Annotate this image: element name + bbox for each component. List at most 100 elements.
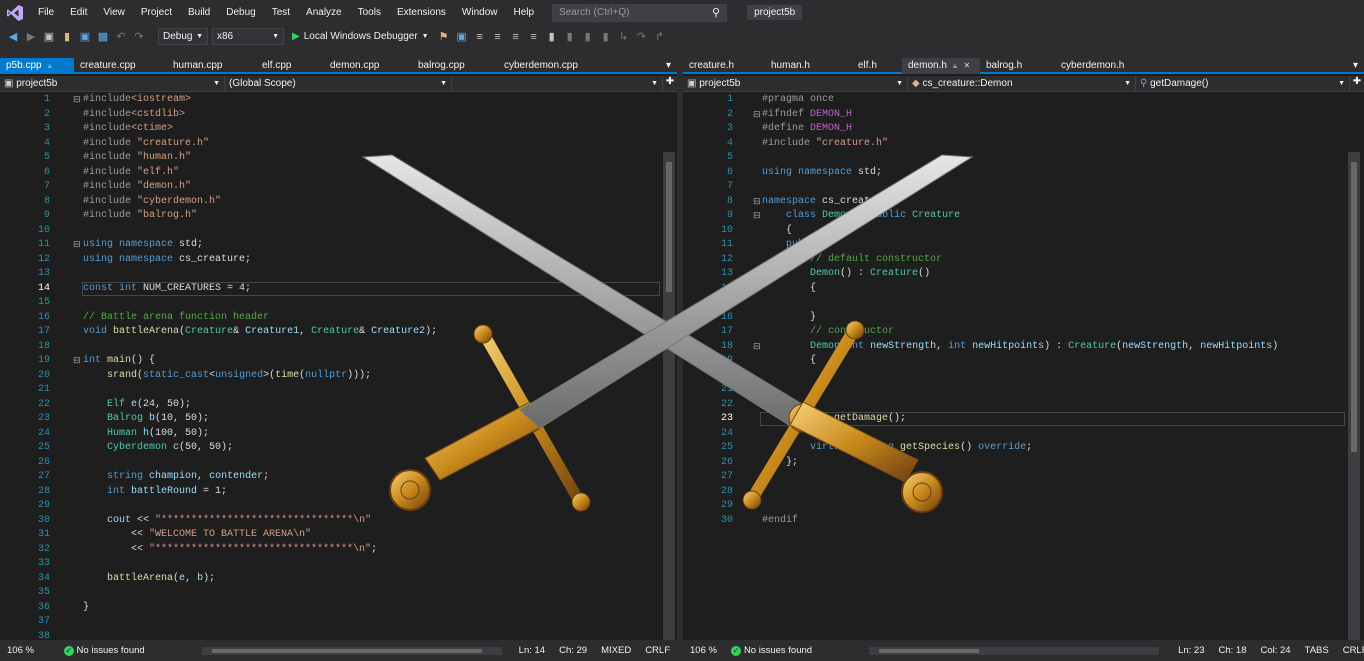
tab-overflow-dropdown-icon[interactable]: ▾ bbox=[1347, 58, 1364, 74]
tab-demon-h[interactable]: demon.h ⫨ ✕ bbox=[902, 58, 980, 74]
undo-icon[interactable]: ↶ bbox=[114, 30, 128, 44]
class-dropdown[interactable]: ◆ cs_creature::Demon ▼ bbox=[908, 76, 1136, 92]
scrollbar-thumb[interactable] bbox=[1351, 162, 1357, 452]
close-icon[interactable]: ✕ bbox=[963, 61, 970, 70]
collapse-icon[interactable]: ⊟ bbox=[73, 238, 81, 253]
outdent-icon[interactable]: ≡ bbox=[491, 30, 505, 44]
tab-cyberdemon-h[interactable]: cyberdemon.h bbox=[1055, 58, 1135, 74]
tab-human-cpp[interactable]: human.cpp bbox=[167, 58, 256, 74]
line-number: Ln: 14 bbox=[518, 645, 546, 656]
left-code-editor[interactable]: 1 ⊟ #include<iostream> 2 #include<cstdlib> 3 #… bbox=[0, 92, 677, 638]
tab-demon-cpp[interactable]: demon.cpp bbox=[324, 58, 412, 74]
menu-tools[interactable]: Tools bbox=[350, 0, 389, 25]
eol-type[interactable]: CRLF bbox=[638, 645, 677, 656]
search-box[interactable]: Search (Ctrl+Q) ⚲ bbox=[552, 3, 728, 22]
tab-creature-h[interactable]: creature.h bbox=[683, 58, 765, 74]
comment-icon[interactable]: ≡ bbox=[509, 30, 523, 44]
visual-studio-logo-icon[interactable] bbox=[0, 0, 30, 25]
member-dropdown[interactable]: ▼ bbox=[452, 76, 663, 92]
step-out-icon[interactable]: ↱ bbox=[653, 30, 667, 44]
collapse-icon[interactable]: ⊟ bbox=[73, 354, 81, 369]
pin-icon[interactable]: ⫨ bbox=[48, 61, 53, 70]
code-token: int bbox=[810, 413, 835, 424]
tab-balrog-cpp[interactable]: balrog.cpp bbox=[412, 58, 498, 74]
issues-indicator[interactable]: ✓ No issues found bbox=[724, 645, 819, 656]
zoom-level[interactable]: 106 % bbox=[0, 645, 57, 656]
project-dropdown[interactable]: ▣ project5b ▼ bbox=[683, 76, 908, 92]
tab-overflow-dropdown-icon[interactable]: ▾ bbox=[660, 58, 677, 74]
scope-dropdown[interactable]: (Global Scope) ▼ bbox=[225, 76, 452, 92]
tab-balrog-h[interactable]: balrog.h bbox=[980, 58, 1055, 74]
member-name: getDamage() bbox=[1150, 78, 1209, 89]
collapse-icon[interactable]: ⊟ bbox=[753, 195, 761, 210]
indent-mode[interactable]: TABS bbox=[1298, 645, 1336, 656]
step-into-icon[interactable]: ↳ bbox=[617, 30, 631, 44]
collapse-icon[interactable]: ⊟ bbox=[753, 108, 761, 123]
pin-icon[interactable]: ⫨ bbox=[953, 61, 958, 70]
right-vertical-scrollbar[interactable] bbox=[1348, 152, 1360, 640]
start-debugging-button[interactable]: ▶ Local Windows Debugger ▼ bbox=[288, 31, 433, 42]
open-file-icon[interactable]: ▮ bbox=[60, 30, 74, 44]
menu-test[interactable]: Test bbox=[264, 0, 298, 25]
tab-elf-h[interactable]: elf.h bbox=[852, 58, 902, 74]
right-horizontal-scrollbar[interactable] bbox=[869, 646, 1160, 655]
collapse-icon[interactable]: ⊟ bbox=[73, 93, 81, 108]
diagnostics-icon[interactable]: ▣ bbox=[455, 30, 469, 44]
step-over-icon[interactable]: ↷ bbox=[635, 30, 649, 44]
tab-cyberdemon-cpp[interactable]: cyberdemon.cpp bbox=[498, 58, 594, 74]
live-share-icon[interactable]: ⚑ bbox=[437, 30, 451, 44]
menu-file[interactable]: File bbox=[30, 0, 62, 25]
platform-dropdown[interactable]: x86 ▼ bbox=[212, 28, 284, 45]
issues-indicator[interactable]: ✓ No issues found bbox=[57, 645, 152, 656]
menu-edit[interactable]: Edit bbox=[62, 0, 95, 25]
back-icon[interactable]: ◀ bbox=[6, 30, 20, 44]
scrollbar-thumb[interactable] bbox=[666, 162, 672, 292]
left-vertical-scrollbar[interactable] bbox=[663, 152, 675, 640]
member-dropdown[interactable]: ⚲ getDamage() ▼ bbox=[1136, 76, 1350, 92]
redo-icon[interactable]: ↷ bbox=[132, 30, 146, 44]
zoom-level[interactable]: 106 % bbox=[683, 645, 724, 656]
collapse-icon[interactable]: ⊟ bbox=[753, 340, 761, 355]
code-token: << bbox=[83, 529, 150, 540]
save-all-icon[interactable]: ▩ bbox=[96, 30, 110, 44]
menu-debug[interactable]: Debug bbox=[218, 0, 263, 25]
new-project-icon[interactable]: ▣ bbox=[42, 30, 56, 44]
code-line: 4 #include "creature.h" bbox=[683, 137, 1364, 152]
save-icon[interactable]: ▣ bbox=[78, 30, 92, 44]
code-token: // default constructor bbox=[810, 253, 943, 265]
bookmark-icon[interactable]: ▮ bbox=[545, 30, 559, 44]
scrollbar-thumb[interactable] bbox=[879, 648, 980, 653]
uncomment-icon[interactable]: ≡ bbox=[527, 30, 541, 44]
tab-elf-cpp[interactable]: elf.cpp bbox=[256, 58, 324, 74]
right-code-editor[interactable]: 1 #pragma once 2 ⊟ #ifndef DEMON_H 3 #define D… bbox=[683, 92, 1364, 638]
menu-help[interactable]: Help bbox=[505, 0, 542, 25]
scrollbar-thumb[interactable] bbox=[211, 648, 482, 653]
left-horizontal-scrollbar[interactable] bbox=[201, 646, 502, 655]
menu-analyze[interactable]: Analyze bbox=[298, 0, 350, 25]
clear-bookmarks-icon[interactable]: ▮ bbox=[599, 30, 613, 44]
tab-creature-cpp[interactable]: creature.cpp bbox=[74, 58, 167, 74]
menu-build[interactable]: Build bbox=[180, 0, 218, 25]
split-icon[interactable]: ✚ bbox=[1350, 76, 1364, 91]
menu-view[interactable]: View bbox=[95, 0, 133, 25]
forward-icon[interactable]: ▶ bbox=[24, 30, 38, 44]
code-line: 13 bbox=[0, 267, 677, 282]
menu-extensions[interactable]: Extensions bbox=[389, 0, 454, 25]
menu-window[interactable]: Window bbox=[454, 0, 506, 25]
collapse-icon[interactable]: ⊟ bbox=[753, 209, 761, 224]
split-icon[interactable]: ✚ bbox=[663, 76, 677, 91]
next-bookmark-icon[interactable]: ▮ bbox=[581, 30, 595, 44]
tab-p5b-cpp[interactable]: p5b.cpp ⫨ bbox=[0, 58, 74, 74]
tab-human-h[interactable]: human.h bbox=[765, 58, 852, 74]
eol-mode[interactable]: MIXED bbox=[594, 645, 638, 656]
code-line: 1 #pragma once bbox=[683, 93, 1364, 108]
configuration-dropdown[interactable]: Debug ▼ bbox=[158, 28, 208, 45]
indent-icon[interactable]: ≡ bbox=[473, 30, 487, 44]
code-text: Demon() : Creature() bbox=[762, 267, 930, 282]
menu-project[interactable]: Project bbox=[133, 0, 180, 25]
eol-type[interactable]: CRLF bbox=[1336, 645, 1364, 656]
prev-bookmark-icon[interactable]: ▮ bbox=[563, 30, 577, 44]
code-token: Balrog bbox=[107, 413, 150, 424]
project-dropdown[interactable]: ▣ project5b ▼ bbox=[0, 76, 225, 92]
